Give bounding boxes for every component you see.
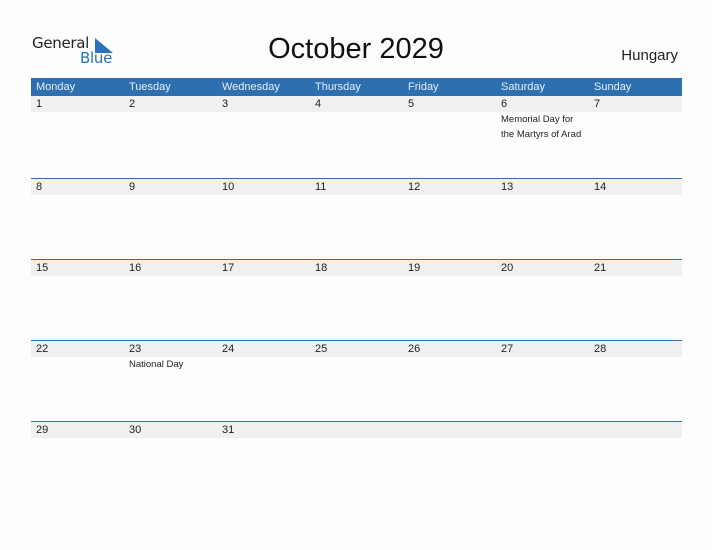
weekday-friday: Friday — [408, 81, 439, 93]
holiday-event — [310, 112, 403, 142]
holiday-event — [403, 357, 496, 372]
date-number: 13 — [501, 181, 514, 193]
holiday-event — [589, 357, 682, 372]
date-number: 22 — [36, 343, 49, 355]
date-number: 2 — [129, 98, 136, 110]
date-number: 28 — [594, 343, 607, 355]
weekday-thursday: Thursday — [315, 81, 361, 93]
date-number: 29 — [36, 424, 49, 436]
date-number: 21 — [594, 262, 607, 274]
holiday-event: National Day — [129, 359, 184, 370]
date-number: 23 — [129, 343, 142, 355]
country-label: Hungary — [621, 47, 678, 64]
holiday-event — [310, 357, 403, 372]
date-number-row: 22 23 24 25 26 27 28 — [31, 341, 682, 357]
week-row: 8 9 10 11 12 13 14 — [31, 178, 682, 259]
date-number — [403, 422, 496, 438]
date-number: 6 — [501, 98, 508, 110]
date-number: 11 — [315, 181, 327, 193]
holiday-event — [403, 112, 496, 142]
date-number-row: 1 2 3 4 5 6 7 — [31, 96, 682, 112]
weeks-container: 1 2 3 4 5 6 7 Memorial Day for the Martyrs of A… — [31, 96, 682, 502]
date-number-row: 29 30 31 — [31, 422, 682, 438]
date-number: 24 — [222, 343, 235, 355]
date-number: 20 — [501, 262, 514, 274]
date-number — [496, 422, 589, 438]
date-number: 18 — [315, 262, 328, 274]
weekday-sunday: Sunday — [594, 81, 632, 93]
calendar-title: October 2029 — [268, 33, 444, 65]
date-number: 7 — [594, 98, 601, 110]
week-row: 29 30 31 — [31, 421, 682, 502]
date-number: 30 — [129, 424, 142, 436]
date-number: 12 — [408, 181, 421, 193]
weekday-tuesday: Tuesday — [129, 81, 171, 93]
date-number: 10 — [222, 181, 235, 193]
week-row: 1 2 3 4 5 6 7 Memorial Day for the Martyrs of A… — [31, 96, 682, 178]
date-number-row: 8 9 10 11 12 13 14 — [31, 179, 682, 195]
holiday-event — [31, 112, 124, 142]
date-number — [310, 422, 403, 438]
holiday-event — [217, 357, 310, 372]
weekday-monday: Monday — [36, 81, 76, 93]
date-number: 1 — [36, 98, 43, 110]
date-number: 31 — [222, 424, 235, 436]
date-number: 14 — [594, 181, 607, 193]
date-number: 26 — [408, 343, 421, 355]
event-row: Memorial Day for the Martyrs of Arad — [31, 112, 682, 142]
date-number: 25 — [315, 343, 328, 355]
date-number: 15 — [36, 262, 49, 274]
date-number: 5 — [408, 98, 415, 110]
calendar-grid: Monday Tuesday Wednesday Thursday Friday… — [31, 78, 682, 502]
date-number: 17 — [222, 262, 235, 274]
date-number: 19 — [408, 262, 421, 274]
date-number: 16 — [129, 262, 142, 274]
weekday-wednesday: Wednesday — [222, 81, 280, 93]
week-row: 15 16 17 18 19 20 21 — [31, 259, 682, 340]
holiday-event — [496, 357, 589, 372]
holiday-event — [124, 112, 217, 142]
date-number-row: 15 16 17 18 19 20 21 — [31, 260, 682, 276]
date-number: 4 — [315, 98, 322, 110]
date-number: 9 — [129, 181, 136, 193]
holiday-event: Memorial Day for the Martyrs of Arad — [501, 114, 582, 140]
week-row: 22 23 24 25 26 27 28 National Day — [31, 340, 682, 421]
event-row: National Day — [31, 357, 682, 372]
holiday-event — [217, 112, 310, 142]
weekday-saturday: Saturday — [501, 81, 546, 93]
date-number: 27 — [501, 343, 514, 355]
date-number: 3 — [222, 98, 229, 110]
date-number: 8 — [36, 181, 43, 193]
holiday-event — [31, 357, 124, 372]
weekday-header: Monday Tuesday Wednesday Thursday Friday… — [31, 78, 682, 96]
date-number — [589, 422, 682, 438]
holiday-event — [589, 112, 682, 142]
